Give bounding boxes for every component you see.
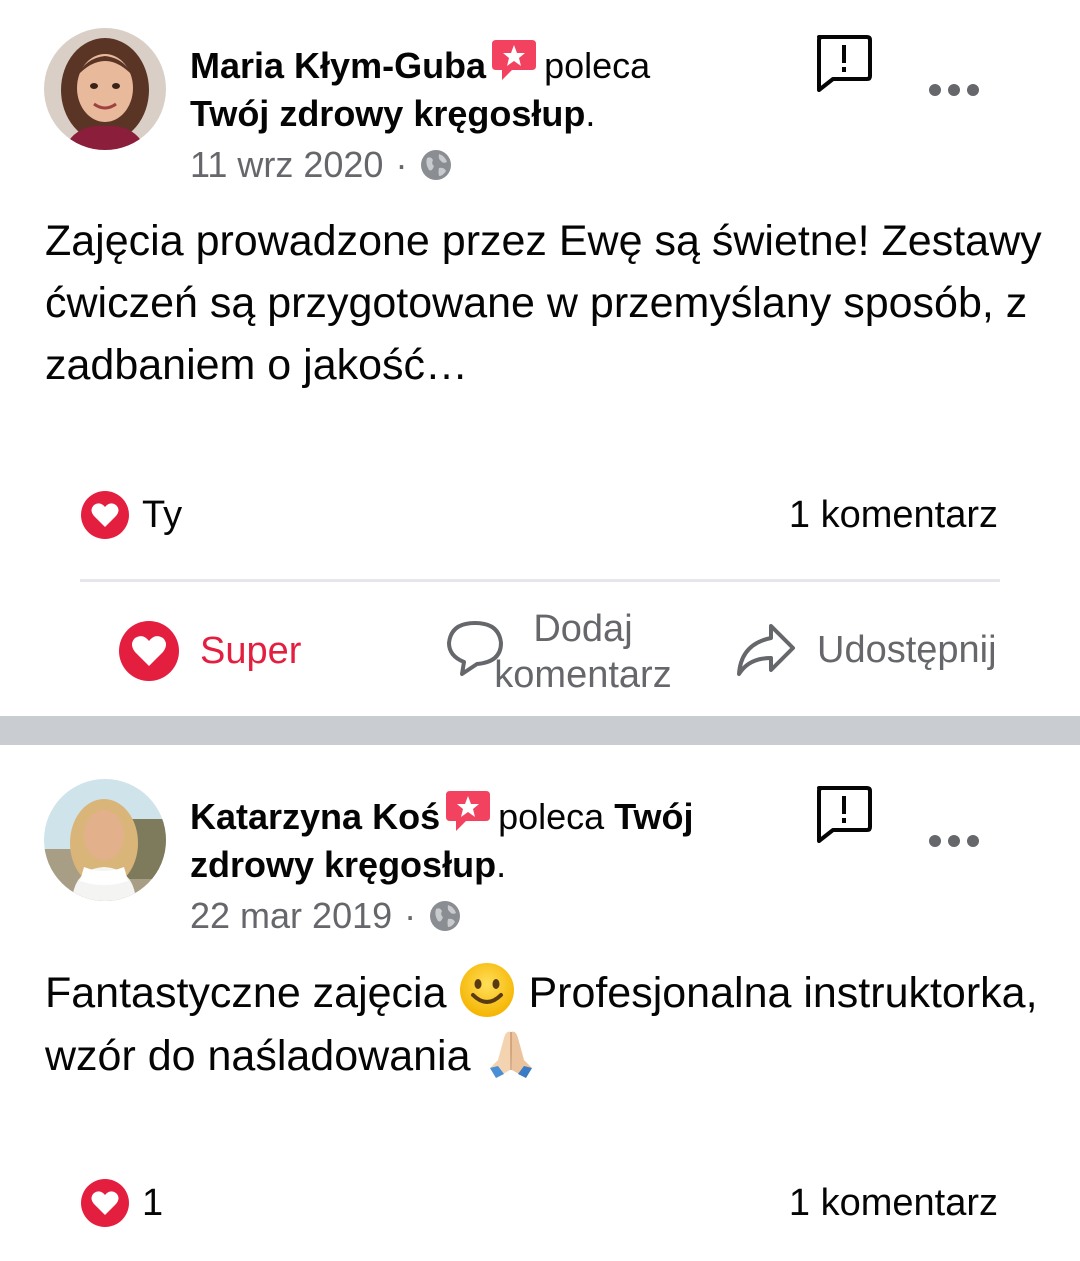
love-reaction-icon	[81, 1179, 129, 1227]
recommendation-post: Maria Kłym-Guba poleca Twój zdrowy kręgo…	[0, 0, 1080, 716]
author-name[interactable]: Maria Kłym-Guba	[190, 45, 486, 86]
more-options-icon[interactable]	[928, 80, 980, 100]
meta-separator: ·	[395, 144, 408, 185]
recommend-badge-icon	[446, 791, 491, 831]
reactions-summary[interactable]: 1	[80, 1178, 163, 1228]
more-options-icon[interactable]	[928, 831, 980, 851]
post-meta: 11 wrz 2020 ·	[190, 144, 453, 186]
comment-label: Dodaj komentarz	[488, 606, 678, 698]
report-icon[interactable]	[813, 783, 873, 843]
meta-separator: ·	[404, 895, 417, 936]
post-text-part1: Fantastyczne zajęcia	[45, 969, 447, 1017]
folded-hands-emoji-icon	[490, 1031, 533, 1078]
avatar[interactable]	[44, 779, 166, 901]
post-date[interactable]: 22 mar 2019	[190, 895, 392, 937]
share-button[interactable]: Udostępnij	[735, 620, 997, 680]
share-label: Udostępnij	[817, 628, 997, 671]
divider	[80, 579, 1000, 582]
reactions-label: Ty	[142, 493, 183, 536]
like-label: Super	[200, 629, 302, 672]
comment-button[interactable]: Dodaj komentarz	[444, 606, 678, 698]
smiley-emoji-icon	[460, 963, 515, 1017]
avatar[interactable]	[44, 28, 166, 150]
comment-label-line2: komentarz	[494, 654, 672, 696]
recommend-verb: poleca	[544, 45, 651, 86]
share-arrow-icon	[737, 624, 795, 676]
avatar-image	[44, 28, 166, 150]
report-icon[interactable]	[813, 32, 873, 92]
page-name[interactable]: Twój zdrowy kręgosłup	[190, 93, 585, 134]
avatar-image	[44, 779, 166, 901]
reactions-label: 1	[142, 1181, 164, 1224]
recommend-verb: poleca	[498, 796, 605, 837]
post-date[interactable]: 11 wrz 2020	[190, 144, 383, 186]
feed-separator	[0, 716, 1080, 745]
comments-count[interactable]: 1 komentarz	[789, 494, 998, 537]
post-text[interactable]: Fantastyczne zajęcia Profesjonalna instr…	[45, 961, 1045, 1087]
post-header: Maria Kłym-Guba poleca Twój zdrowy kręgo…	[190, 38, 750, 138]
comment-bubble-icon	[447, 621, 503, 676]
post-text[interactable]: Zajęcia prowadzone przez Ewę są świetne!…	[45, 210, 1045, 396]
author-name[interactable]: Katarzyna Koś	[190, 796, 440, 837]
like-button[interactable]: Super	[118, 620, 301, 682]
globe-icon	[430, 901, 461, 931]
globe-icon	[421, 150, 452, 180]
reactions-summary[interactable]: Ty	[80, 490, 182, 540]
love-reaction-icon	[81, 491, 129, 539]
post-meta: 22 mar 2019 ·	[190, 895, 462, 937]
recommendation-post: Katarzyna Koś poleca Twój zdrowy kręgosł…	[0, 745, 1080, 1261]
love-reaction-icon	[119, 621, 179, 681]
comment-label-line1: Dodaj	[533, 608, 633, 650]
comments-count[interactable]: 1 komentarz	[789, 1182, 998, 1225]
recommend-badge-icon	[492, 40, 537, 80]
post-header: Katarzyna Koś poleca Twój zdrowy kręgosł…	[190, 789, 750, 889]
